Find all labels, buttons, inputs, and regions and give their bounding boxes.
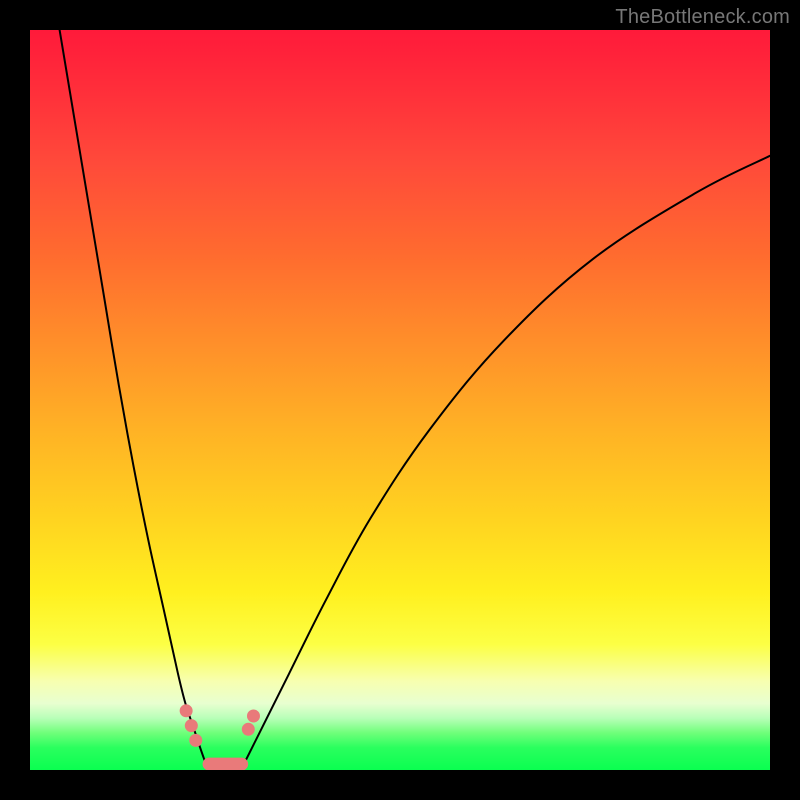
v-curve-path <box>60 30 770 766</box>
outer-frame: TheBottleneck.com <box>0 0 800 800</box>
data-marker <box>185 719 198 732</box>
data-marker <box>189 734 202 747</box>
bottleneck-curve <box>30 30 770 770</box>
watermark-text: TheBottleneck.com <box>615 6 790 29</box>
plot-area <box>30 30 770 770</box>
data-marker <box>180 704 193 717</box>
data-markers <box>180 704 260 770</box>
data-marker <box>242 723 255 736</box>
data-marker <box>247 709 260 722</box>
valley-floor-marker <box>203 758 249 770</box>
